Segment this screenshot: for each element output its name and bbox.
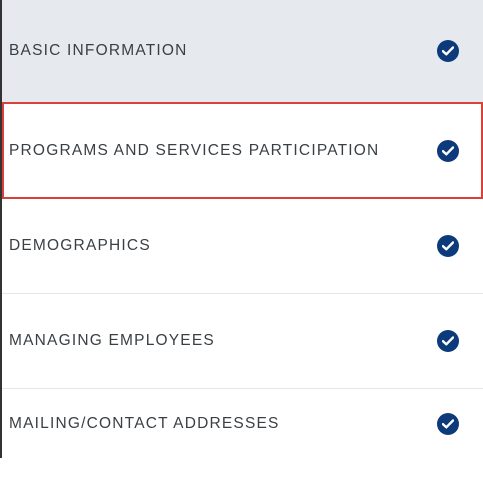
nav-item-managing-employees[interactable]: MANAGING EMPLOYEES [2,294,483,389]
nav-item-label: MANAGING EMPLOYEES [9,332,215,349]
nav-item-programs-and-services-participation[interactable]: PROGRAMS AND SERVICES PARTICIPATION [2,102,483,199]
check-circle-icon [437,139,459,162]
nav-item-label: BASIC INFORMATION [9,42,188,59]
nav-item-mailing-contact-addresses[interactable]: MAILING/CONTACT ADDRESSES [2,389,483,458]
nav-item-label: DEMOGRAPHICS [9,237,151,254]
nav-item-demographics[interactable]: DEMOGRAPHICS [2,199,483,294]
nav-item-label: PROGRAMS AND SERVICES PARTICIPATION [9,141,380,159]
section-navigation: BASIC INFORMATION PROGRAMS AND SERVICES … [0,0,483,487]
check-circle-icon [437,235,459,257]
check-circle-icon [437,330,459,352]
nav-item-label: MAILING/CONTACT ADDRESSES [9,414,280,432]
nav-item-basic-information[interactable]: BASIC INFORMATION [2,0,483,102]
panel-bottom [0,458,483,487]
check-circle-icon [437,412,459,435]
check-circle-icon [437,40,459,62]
